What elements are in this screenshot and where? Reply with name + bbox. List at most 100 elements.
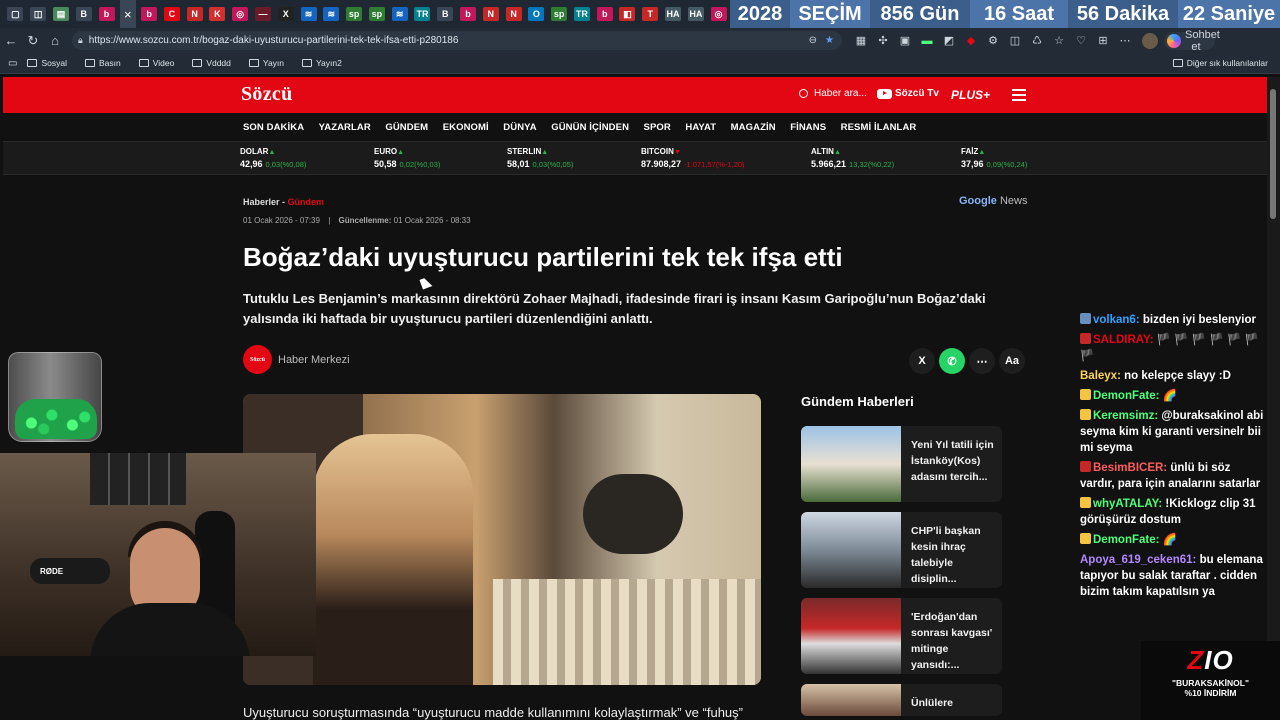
tab-favicon-icon[interactable]: TR (414, 7, 431, 21)
share-more-icon[interactable]: ⋯ (969, 348, 995, 374)
tab-favicon-icon[interactable]: HA (687, 7, 704, 21)
tab-favicon-icon[interactable]: HA (665, 7, 682, 21)
nav-item[interactable]: GÜNÜN İÇİNDEN (551, 122, 629, 133)
bookmark-folder[interactable]: Yayın2 (302, 58, 342, 68)
extension-icon[interactable]: ✣ (872, 34, 894, 47)
tab-favicon-icon[interactable]: — (254, 7, 271, 21)
tab-favicon-icon[interactable]: B (75, 7, 92, 21)
chat-username[interactable]: DemonFate: (1093, 534, 1159, 546)
nav-item[interactable]: SPOR (644, 122, 671, 133)
chat-username[interactable]: Apoya_619_ceken61: (1080, 554, 1196, 566)
close-tab-icon[interactable]: × (124, 7, 132, 22)
nav-item[interactable]: EKONOMİ (443, 122, 489, 133)
hamburger-menu-icon[interactable] (1012, 89, 1026, 104)
tab-favicon-icon[interactable]: B (437, 7, 454, 21)
browser-essentials-icon[interactable]: ♡ (1070, 34, 1092, 47)
chat-username[interactable]: Baleyx: (1080, 370, 1121, 382)
tab-favicon-icon[interactable]: K (209, 7, 226, 21)
extension-icon[interactable]: ▣ (894, 34, 916, 47)
news-thumbnail[interactable] (801, 512, 901, 588)
bookmark-folder[interactable]: Yayın (248, 58, 284, 68)
tab-favicon-icon[interactable]: N (482, 7, 499, 21)
sidebar-news-card[interactable]: Yeni Yıl tatili için İstanköy(Kos) adası… (801, 426, 1002, 502)
share-whatsapp-icon[interactable]: ✆ (939, 348, 965, 374)
article-photo[interactable] (243, 394, 761, 685)
tab-favicon-icon[interactable]: ▤ (52, 7, 69, 21)
scrollbar-thumb[interactable] (1270, 89, 1276, 219)
news-thumbnail[interactable] (801, 426, 901, 502)
bookmark-folder[interactable]: Video (138, 58, 174, 68)
news-headline[interactable]: Ünlülere (911, 695, 999, 711)
back-icon[interactable]: ← (0, 33, 22, 48)
chat-username[interactable]: volkan6: (1093, 314, 1140, 326)
extensions-puzzle-icon[interactable]: ⚙ (982, 34, 1004, 47)
sidebar-news-card[interactable]: CHP'li başkan kesin ihraç talebiyle disi… (801, 512, 1002, 588)
ticker-item[interactable]: ALTIN▲ 5.966,21 13,32(%0,22) (811, 146, 894, 169)
plus-link[interactable]: PLUS+ (951, 88, 990, 102)
tab-favicon-icon[interactable]: b (460, 7, 477, 21)
tab-favicon-icon[interactable]: sp (368, 7, 385, 21)
nav-item[interactable]: MAGAZİN (731, 122, 776, 133)
extension-icon[interactable]: ▦ (850, 34, 872, 47)
ticker-item[interactable]: FAİZ▲ 37,96 0,09(%0,24) (961, 146, 1027, 169)
nav-item[interactable]: FİNANS (790, 122, 826, 133)
tab-favicon-icon[interactable]: ≋ (300, 7, 317, 21)
tab-favicon-icon[interactable]: N (186, 7, 203, 21)
nav-item[interactable]: YAZARLAR (319, 122, 371, 133)
reader-icon[interactable]: ⊖ (809, 35, 817, 46)
tab-actions-icon[interactable]: ▭ (8, 58, 17, 69)
ticker-item[interactable]: EURO▲ 50,58 0,02(%0,03) (374, 146, 440, 169)
chat-username[interactable]: DemonFate: (1093, 390, 1159, 402)
nav-item[interactable]: RESMİ İLANLAR (841, 122, 917, 133)
other-bookmarks[interactable]: Diğer sık kullanılanlar (1172, 58, 1268, 68)
sidebar-news-card[interactable]: Ünlülere (801, 684, 1002, 716)
extension-icon[interactable]: ◩ (938, 34, 960, 47)
tab-favicon-icon[interactable]: ◧ (619, 7, 636, 21)
tab-favicon-icon[interactable]: ◫ (30, 7, 47, 21)
news-thumbnail[interactable] (801, 684, 901, 716)
font-size-icon[interactable]: Aa (999, 348, 1025, 374)
sidebar-news-card[interactable]: 'Erdoğan'dan sonrası kavgası' mitinge ya… (801, 598, 1002, 674)
tab-favicon-icon[interactable]: O (528, 7, 545, 21)
address-bar[interactable]: 🔒︎ https://www.sozcu.com.tr/bogaz-daki-u… (72, 31, 842, 50)
address-url[interactable]: https://www.sozcu.com.tr/bogaz-daki-uyus… (89, 35, 809, 46)
home-icon[interactable]: ⌂ (44, 33, 66, 48)
nav-item[interactable]: HAYAT (685, 122, 716, 133)
tab-favicon-icon[interactable]: X (277, 7, 294, 21)
news-headline[interactable]: CHP'li başkan kesin ihraç talebiyle disi… (911, 523, 999, 587)
tab-favicon-icon[interactable]: ▢ (7, 7, 24, 21)
profile-avatar[interactable] (1142, 32, 1158, 49)
tab-favicon-icon[interactable]: N (505, 7, 522, 21)
tab-favicon-icon[interactable]: b (98, 7, 115, 21)
nav-item[interactable]: SON DAKİKA (243, 122, 304, 133)
tab-favicon-icon[interactable]: T (642, 7, 659, 21)
breadcrumb-home[interactable]: Haberler - (243, 197, 285, 207)
tab-favicon-icon[interactable]: b (141, 7, 158, 21)
ticker-item[interactable]: DOLAR▲ 42,96 0,03(%0,08) (240, 146, 306, 169)
reading-list-icon[interactable]: ♺ (1026, 34, 1048, 47)
tab-favicon-icon[interactable]: b (596, 7, 613, 21)
tab-favicon-icon[interactable]: C (163, 7, 180, 21)
tab-active[interactable]: × (119, 0, 136, 28)
extension-icon[interactable]: ▬ (916, 35, 938, 47)
breadcrumb-section[interactable]: Gündem (288, 197, 325, 207)
news-thumbnail[interactable] (801, 598, 901, 674)
tab-favicon-icon[interactable]: ◎ (710, 7, 727, 21)
tab-favicon-icon[interactable]: sp (346, 7, 363, 21)
site-search[interactable]: Haber ara... (799, 88, 867, 99)
extension-icon[interactable]: ◆ (960, 34, 982, 47)
favorites-icon[interactable]: ☆ (1048, 34, 1070, 47)
nav-item[interactable]: GÜNDEM (385, 122, 428, 133)
ticker-item[interactable]: STERLIN▲ 58,01 0,03(%0,05) (507, 146, 573, 169)
favorite-star-icon[interactable]: ★ (825, 35, 834, 46)
ticker-item[interactable]: BITCOIN▼ 87.908,27 -1.071,57(%-1,20) (641, 146, 745, 169)
share-x-icon[interactable]: X (909, 348, 935, 374)
lock-icon[interactable]: 🔒︎ (78, 35, 83, 46)
collections-icon[interactable]: ⊞ (1092, 34, 1114, 47)
split-screen-icon[interactable]: ◫ (1004, 34, 1026, 47)
chat-username[interactable]: BesimBICER: (1093, 462, 1167, 474)
copilot-button[interactable]: Sohbet et (1164, 29, 1220, 53)
refresh-icon[interactable]: ↻ (22, 33, 44, 49)
chat-username[interactable]: SALDIRAY: (1093, 334, 1154, 346)
tab-favicon-icon[interactable]: TR (573, 7, 590, 21)
